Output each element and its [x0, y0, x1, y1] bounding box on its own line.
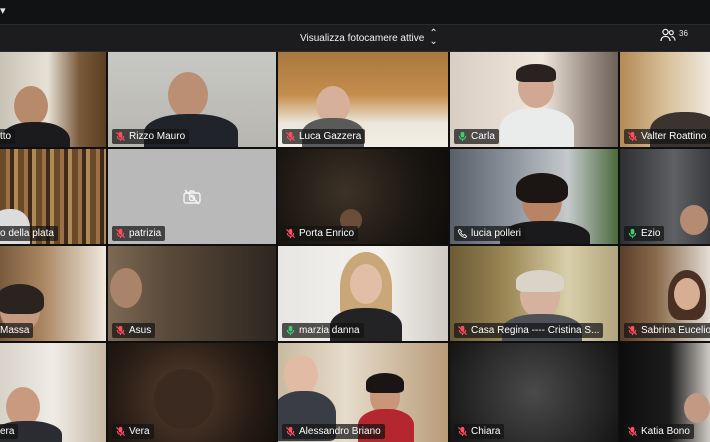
video-tile[interactable]: Alessandro Briano — [278, 343, 448, 442]
participant-name: Rizzo Mauro — [129, 131, 186, 142]
camera-off-icon — [183, 188, 201, 205]
video-tile[interactable]: patrizia — [108, 149, 276, 244]
mic-muted-icon — [285, 131, 296, 142]
video-tile[interactable]: Massa — [0, 246, 106, 341]
mic-muted-icon — [115, 426, 126, 437]
video-tile[interactable]: marzia danna — [278, 246, 448, 341]
participant-name: patrizia — [129, 228, 162, 239]
mic-active-icon — [628, 228, 637, 239]
sort-arrows-icon: ⌃ ⌄ — [429, 28, 438, 47]
video-tile[interactable]: Katia Bono — [620, 343, 710, 442]
video-tile[interactable]: Ezio — [620, 149, 710, 244]
mic-muted-icon — [627, 325, 638, 336]
participant-name: Sabrina Eucelio — [641, 325, 710, 336]
participant-name: lucia polleri — [471, 228, 522, 239]
people-icon — [660, 28, 676, 42]
participant-label: lucia polleri — [454, 226, 526, 241]
participant-label: Rizzo Mauro — [112, 129, 190, 144]
video-tile[interactable]: lucia polleri — [450, 149, 618, 244]
video-tile[interactable]: Asus — [108, 246, 276, 341]
participant-label: Alessandro Briano — [282, 424, 385, 439]
video-tile[interactable]: o della plata — [0, 149, 106, 244]
video-tile[interactable]: Sabrina Eucelio — [620, 246, 710, 341]
participant-name: Luca Gazzera — [299, 131, 362, 142]
video-tile[interactable]: Vera — [108, 343, 276, 442]
mic-muted-icon — [285, 426, 296, 437]
participant-label: marzia danna — [282, 323, 364, 338]
participant-name: Asus — [129, 325, 152, 336]
participant-label: Casa Regina ---- Cristina S... — [454, 323, 604, 338]
mic-muted-icon — [115, 325, 126, 336]
video-tile[interactable]: Chiara — [450, 343, 618, 442]
mic-muted-icon — [285, 228, 296, 239]
participant-name: Massa — [0, 325, 30, 336]
participant-name: era — [0, 426, 15, 437]
mic-active-icon — [458, 131, 467, 142]
participants-button[interactable]: 36 — [660, 28, 688, 48]
participant-label: patrizia — [112, 226, 166, 241]
mic-muted-icon — [457, 426, 468, 437]
participant-label: Luca Gazzera — [282, 129, 366, 144]
participant-name: Alessandro Briano — [299, 426, 381, 437]
video-tile[interactable]: Luca Gazzera — [278, 52, 448, 147]
mic-muted-icon — [457, 325, 468, 336]
video-tile[interactable]: era — [0, 343, 106, 442]
participant-label: Porta Enrico — [282, 226, 359, 241]
video-tile[interactable]: Rizzo Mauro — [108, 52, 276, 147]
mic-muted-icon — [627, 131, 638, 142]
participant-name: marzia danna — [299, 325, 360, 336]
participant-label: Katia Bono — [624, 424, 694, 439]
participant-label: Chiara — [454, 424, 505, 439]
participant-label: tto — [0, 129, 16, 144]
window-top-strip: ▾ — [0, 0, 710, 24]
mic-muted-icon — [627, 426, 638, 437]
video-tile[interactable]: Valter Roattino — [620, 52, 710, 147]
participant-name: tto — [0, 131, 12, 142]
participant-name: Vera — [129, 426, 150, 437]
participant-label: Valter Roattino — [624, 129, 710, 144]
video-tile[interactable]: Carla — [450, 52, 618, 147]
video-grid: tto Rizzo Mauro Luca Gazzera Carla Valte… — [0, 52, 710, 442]
participant-label: Asus — [112, 323, 156, 338]
meeting-toolbar: Visualizza fotocamere attive ⌃ ⌄ 36 — [0, 24, 710, 52]
participants-count: 36 — [679, 29, 688, 38]
view-mode-label: Visualizza fotocamere attive — [300, 32, 425, 44]
participant-name: Chiara — [471, 426, 501, 437]
participant-name: Valter Roattino — [641, 131, 707, 142]
participant-label: Massa — [0, 323, 34, 338]
participant-label: Vera — [112, 424, 154, 439]
participant-label: Carla — [454, 129, 499, 144]
video-tile[interactable]: tto — [0, 52, 106, 147]
participant-label: Sabrina Eucelio — [624, 323, 710, 338]
mic-active-icon — [286, 325, 295, 336]
participant-name: Katia Bono — [641, 426, 690, 437]
mic-muted-icon — [115, 228, 126, 239]
video-tile[interactable]: Porta Enrico — [278, 149, 448, 244]
chevron-down-icon[interactable]: ▾ — [0, 4, 6, 17]
participant-label: era — [0, 424, 19, 439]
participant-name: Carla — [471, 131, 495, 142]
participant-name: Porta Enrico — [299, 228, 355, 239]
participant-name: o della plata — [0, 228, 54, 239]
participant-name: Ezio — [641, 228, 661, 239]
phone-icon — [457, 228, 468, 239]
view-mode-select[interactable]: Visualizza fotocamere attive ⌃ ⌄ — [300, 29, 438, 47]
participant-label: Ezio — [624, 226, 665, 241]
participant-label: o della plata — [0, 226, 58, 241]
mic-muted-icon — [115, 131, 126, 142]
video-tile[interactable]: Casa Regina ---- Cristina S... — [450, 246, 618, 341]
participant-name: Casa Regina ---- Cristina S... — [471, 325, 600, 336]
